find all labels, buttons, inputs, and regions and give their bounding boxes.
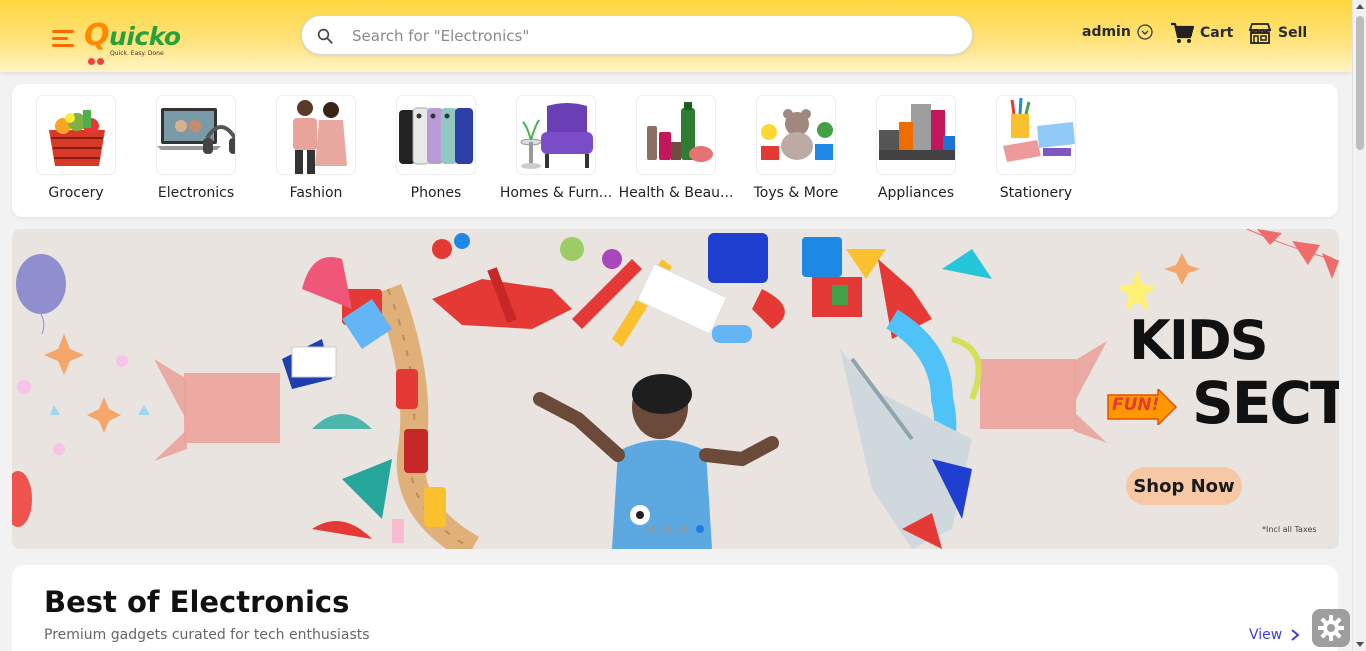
scroll-down-arrow[interactable] [1356, 642, 1364, 647]
page-scrollbar[interactable] [1352, 0, 1366, 651]
sell-button[interactable]: Sell [1248, 22, 1307, 44]
store-icon [1248, 23, 1272, 44]
beauty-products-icon [636, 95, 716, 175]
scroll-up-arrow[interactable] [1356, 4, 1364, 9]
banner-subtitle: SECT [1192, 369, 1339, 437]
cart-icon [1171, 22, 1194, 43]
carousel-dot-active[interactable] [696, 525, 704, 533]
grocery-icon [36, 95, 116, 175]
sell-label: Sell [1278, 25, 1308, 41]
user-name: admin [1082, 24, 1131, 40]
carousel-dot[interactable] [648, 525, 656, 533]
category-label: Grocery [48, 185, 104, 201]
cart-label: Cart [1200, 25, 1234, 41]
category-label: Stationery [999, 185, 1073, 201]
cart-button[interactable]: Cart [1170, 22, 1233, 44]
category-label: Health & Beau... [618, 185, 734, 201]
phones-icon [396, 95, 476, 175]
fashion-couple-icon [276, 95, 356, 175]
carousel-dot[interactable] [680, 525, 688, 533]
category-homes-furniture[interactable]: Homes & Furn... [496, 95, 616, 207]
section-title: Best of Electronics [44, 585, 350, 619]
category-phones[interactable]: Phones [376, 95, 496, 207]
logo-speed-lines [52, 30, 74, 51]
category-label: Electronics [157, 185, 235, 201]
category-stationery[interactable]: Stationery [976, 95, 1096, 207]
category-toys[interactable]: Toys & More [736, 95, 856, 207]
logo-wordmark: Quicko [84, 18, 181, 53]
armchair-icon [516, 95, 596, 175]
tax-note: *Incl all Taxes [1262, 525, 1317, 534]
shop-now-button[interactable]: Shop Now [1126, 467, 1242, 505]
user-menu[interactable]: admin [1082, 24, 1153, 40]
category-label: Homes & Furn... [499, 185, 613, 201]
category-fashion[interactable]: Fashion [256, 95, 376, 207]
kids-section-banner[interactable]: FUN! KIDS SECT Shop Now *Incl all Taxes [12, 229, 1339, 549]
logo-tagline: Quick. Easy. Done [110, 50, 164, 57]
gear-icon [1318, 615, 1344, 641]
toys-icon [756, 95, 836, 175]
banner-title: KIDS [1129, 309, 1269, 372]
quicko-logo[interactable]: Quicko Quick. Easy. Done [52, 12, 202, 65]
category-health-beauty[interactable]: Health & Beau... [616, 95, 736, 207]
scroll-thumb[interactable] [1356, 16, 1364, 150]
search-bar[interactable] [301, 15, 973, 55]
category-grocery[interactable]: Grocery [16, 95, 136, 207]
search-icon[interactable] [316, 27, 334, 45]
carousel-dot[interactable] [664, 525, 672, 533]
category-label: Toys & More [753, 185, 839, 201]
category-label: Fashion [289, 185, 343, 201]
category-bar: Grocery Electronics Fashion Phones Homes… [12, 84, 1338, 217]
stationery-icon [996, 95, 1076, 175]
chevron-down-icon [1137, 24, 1153, 40]
chevron-right-icon [1291, 629, 1300, 641]
view-label: View [1249, 627, 1283, 643]
carousel-dots [648, 525, 704, 533]
search-input[interactable] [352, 24, 952, 48]
settings-button[interactable] [1312, 609, 1350, 647]
view-all-link[interactable]: View [1249, 627, 1300, 643]
category-electronics[interactable]: Electronics [136, 95, 256, 207]
category-appliances[interactable]: Appliances [856, 95, 976, 207]
laptop-headphones-icon [156, 95, 236, 175]
category-label: Appliances [877, 185, 955, 201]
best-of-electronics-section: Best of Electronics Premium gadgets cura… [12, 565, 1338, 651]
appliances-icon [876, 95, 956, 175]
top-header: Quicko Quick. Easy. Done admin Cart [0, 0, 1352, 72]
logo-dots [88, 50, 106, 69]
fun-tag-text: FUN! [1112, 395, 1160, 415]
section-subtitle: Premium gadgets curated for tech enthusi… [44, 627, 370, 643]
category-label: Phones [410, 185, 462, 201]
